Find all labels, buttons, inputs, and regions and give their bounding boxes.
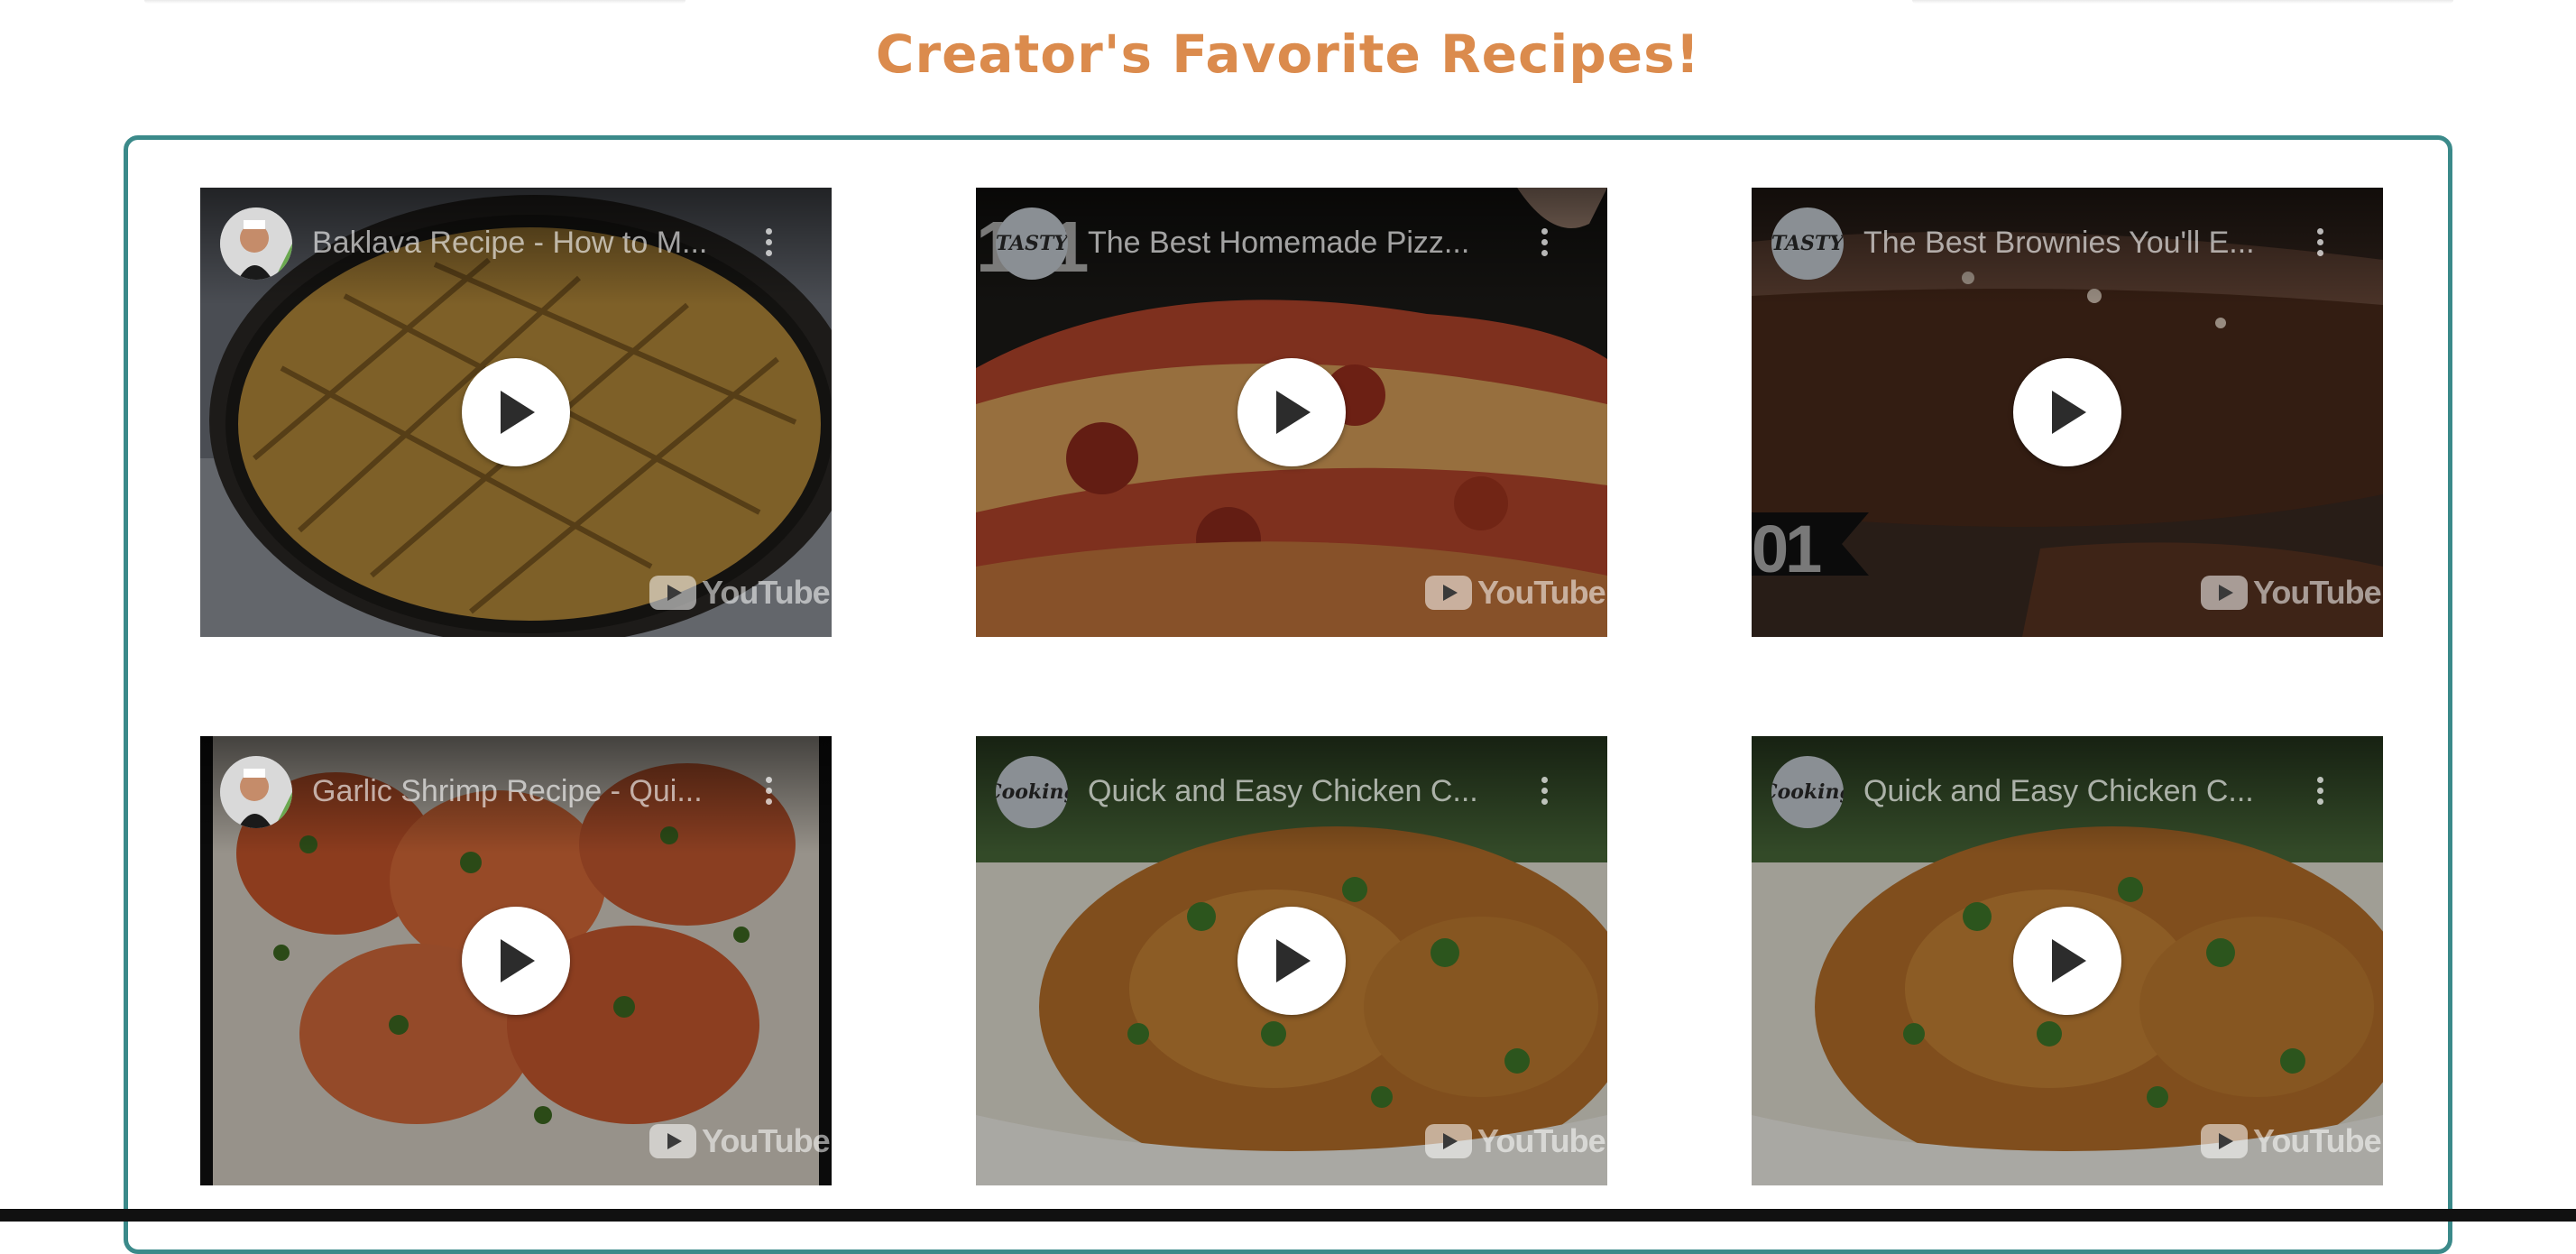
youtube-icon (2201, 1124, 2248, 1158)
more-options-icon[interactable] (1526, 772, 1562, 808)
more-options-icon[interactable] (1526, 224, 1562, 260)
top-card-shadow-left (144, 0, 685, 4)
youtube-logo[interactable]: YouTube (1425, 1121, 1606, 1161)
video-title[interactable]: The Best Brownies You'll E... (1863, 222, 2287, 263)
youtube-label: YouTube (2253, 574, 2382, 611)
play-icon (501, 939, 535, 982)
video-card-brownies[interactable]: 01 TASTY The Best Brownies You'll E... Y… (1752, 188, 2383, 637)
channel-avatar[interactable] (220, 756, 292, 828)
chef-avatar-icon (220, 756, 292, 828)
youtube-logo[interactable]: YouTube (1425, 573, 1606, 613)
youtube-label: YouTube (702, 1122, 831, 1159)
youtube-icon (1425, 576, 1472, 610)
video-card-chicken-curry-2[interactable]: Cooking Quick and Easy Chicken C... YouT… (1752, 736, 2383, 1185)
play-icon (2052, 391, 2086, 434)
video-title[interactable]: Quick and Easy Chicken C... (1088, 770, 1512, 812)
play-button[interactable] (1237, 907, 1346, 1015)
video-card-chicken-curry-1[interactable]: Cooking Quick and Easy Chicken C... YouT… (976, 736, 1607, 1185)
channel-avatar[interactable] (220, 207, 292, 280)
more-options-icon[interactable] (750, 224, 787, 260)
more-options-icon[interactable] (750, 772, 787, 808)
youtube-logo[interactable]: YouTube (649, 573, 831, 613)
video-title[interactable]: Baklava Recipe - How to M... (312, 222, 736, 263)
video-card-garlic-shrimp[interactable]: Garlic Shrimp Recipe - Qui... YouTube (200, 736, 832, 1185)
more-options-icon[interactable] (2302, 224, 2338, 260)
channel-avatar[interactable]: Cooking (996, 756, 1068, 828)
more-options-icon[interactable] (2302, 772, 2338, 808)
youtube-logo[interactable]: YouTube (649, 1121, 831, 1161)
play-button[interactable] (2013, 907, 2121, 1015)
youtube-icon (2201, 576, 2248, 610)
youtube-icon (1425, 1124, 1472, 1158)
play-icon (501, 391, 535, 434)
youtube-label: YouTube (1477, 1122, 1606, 1159)
play-icon (1276, 391, 1311, 434)
channel-avatar[interactable]: TASTY (1771, 207, 1844, 280)
window-bottom-edge (0, 1209, 2576, 1222)
page-title: Creator's Favorite Recipes! (875, 23, 1701, 85)
youtube-label: YouTube (2253, 1122, 2382, 1159)
youtube-icon (649, 1124, 696, 1158)
video-title[interactable]: Quick and Easy Chicken C... (1863, 770, 2287, 812)
video-title[interactable]: The Best Homemade Pizz... (1088, 222, 1512, 263)
play-button[interactable] (2013, 358, 2121, 466)
channel-avatar[interactable]: TASTY (996, 207, 1068, 280)
youtube-label: YouTube (702, 574, 831, 611)
chef-avatar-icon (220, 207, 292, 280)
youtube-logo[interactable]: YouTube (2201, 1121, 2382, 1161)
play-icon (1276, 939, 1311, 982)
youtube-label: YouTube (1477, 574, 1606, 611)
video-title[interactable]: Garlic Shrimp Recipe - Qui... (312, 770, 736, 812)
youtube-icon (649, 576, 696, 610)
play-icon (2052, 939, 2086, 982)
channel-avatar[interactable]: Cooking (1771, 756, 1844, 828)
play-button[interactable] (1237, 358, 1346, 466)
video-card-pizza[interactable]: 101 TASTY The Best Homemade Pizz... YouT… (976, 188, 1607, 637)
play-button[interactable] (462, 907, 570, 1015)
episode-ribbon: 01 (1752, 512, 1822, 586)
youtube-logo[interactable]: YouTube (2201, 573, 2382, 613)
video-card-baklava[interactable]: Baklava Recipe - How to M... YouTube (200, 188, 832, 637)
top-card-shadow-right (1912, 0, 2453, 4)
play-button[interactable] (462, 358, 570, 466)
